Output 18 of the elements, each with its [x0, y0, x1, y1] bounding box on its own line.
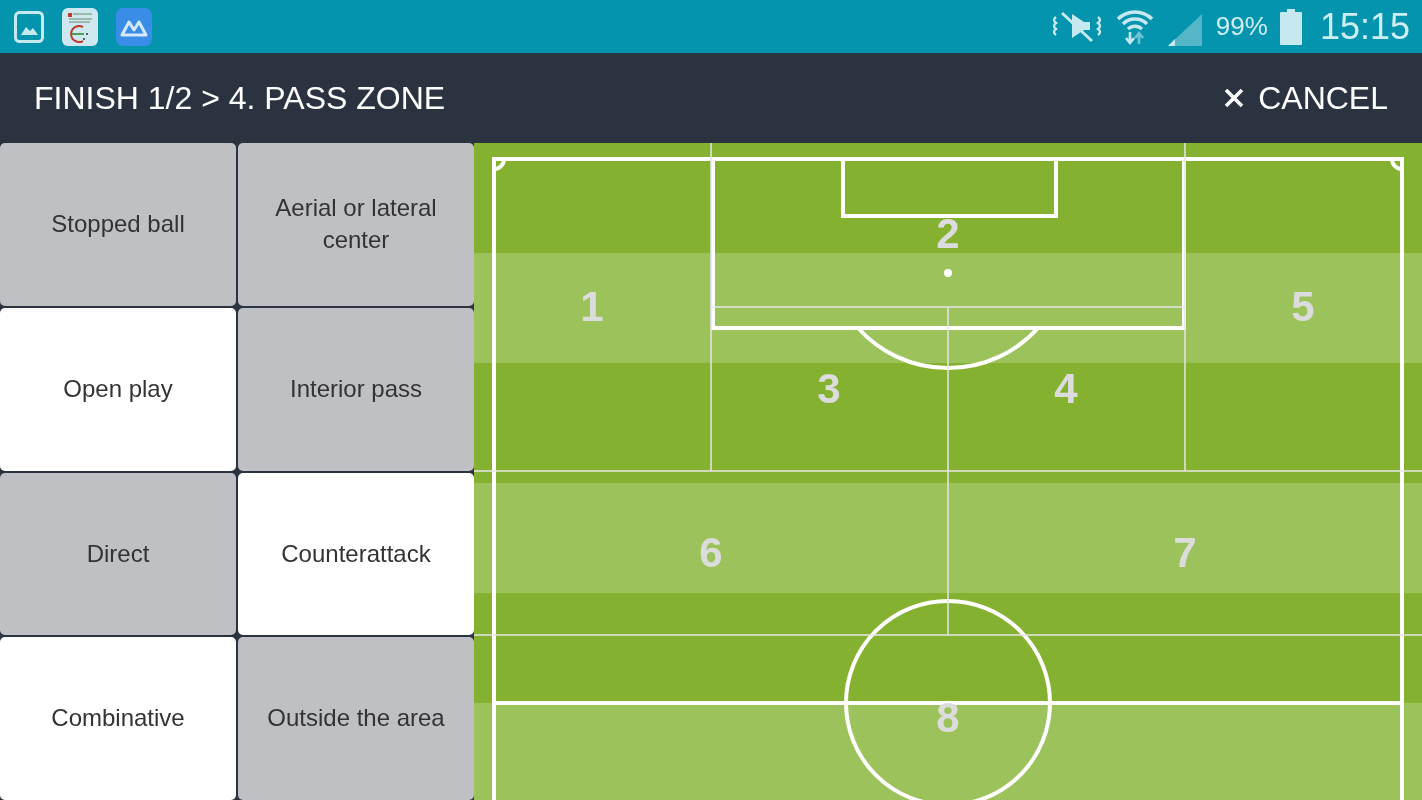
option-tile[interactable]: Outside the area — [238, 637, 474, 800]
option-tile[interactable]: Open play — [0, 307, 236, 471]
option-tile[interactable]: Aerial or lateral center — [238, 143, 474, 306]
option-tile[interactable]: Interior pass — [238, 307, 474, 471]
peaks-app-icon — [116, 7, 152, 46]
battery-icon — [1279, 8, 1302, 45]
option-tile[interactable]: Counterattack — [238, 472, 474, 636]
globe-app-icon — [62, 7, 98, 46]
close-icon — [1224, 88, 1245, 108]
gallery-icon — [14, 10, 44, 43]
wifi-icon — [1115, 7, 1154, 46]
option-tile[interactable]: Stopped ball — [0, 143, 236, 306]
clock-time: 15:15 — [1319, 5, 1410, 48]
header-title: FINISH 1/2 > 4. PASS ZONE — [34, 79, 446, 117]
battery-percent: 99% — [1215, 11, 1268, 42]
cancel-button[interactable]: CANCEL — [1224, 75, 1388, 121]
option-tile[interactable]: Combinative — [0, 637, 236, 800]
option-tile[interactable]: Direct — [0, 472, 236, 636]
